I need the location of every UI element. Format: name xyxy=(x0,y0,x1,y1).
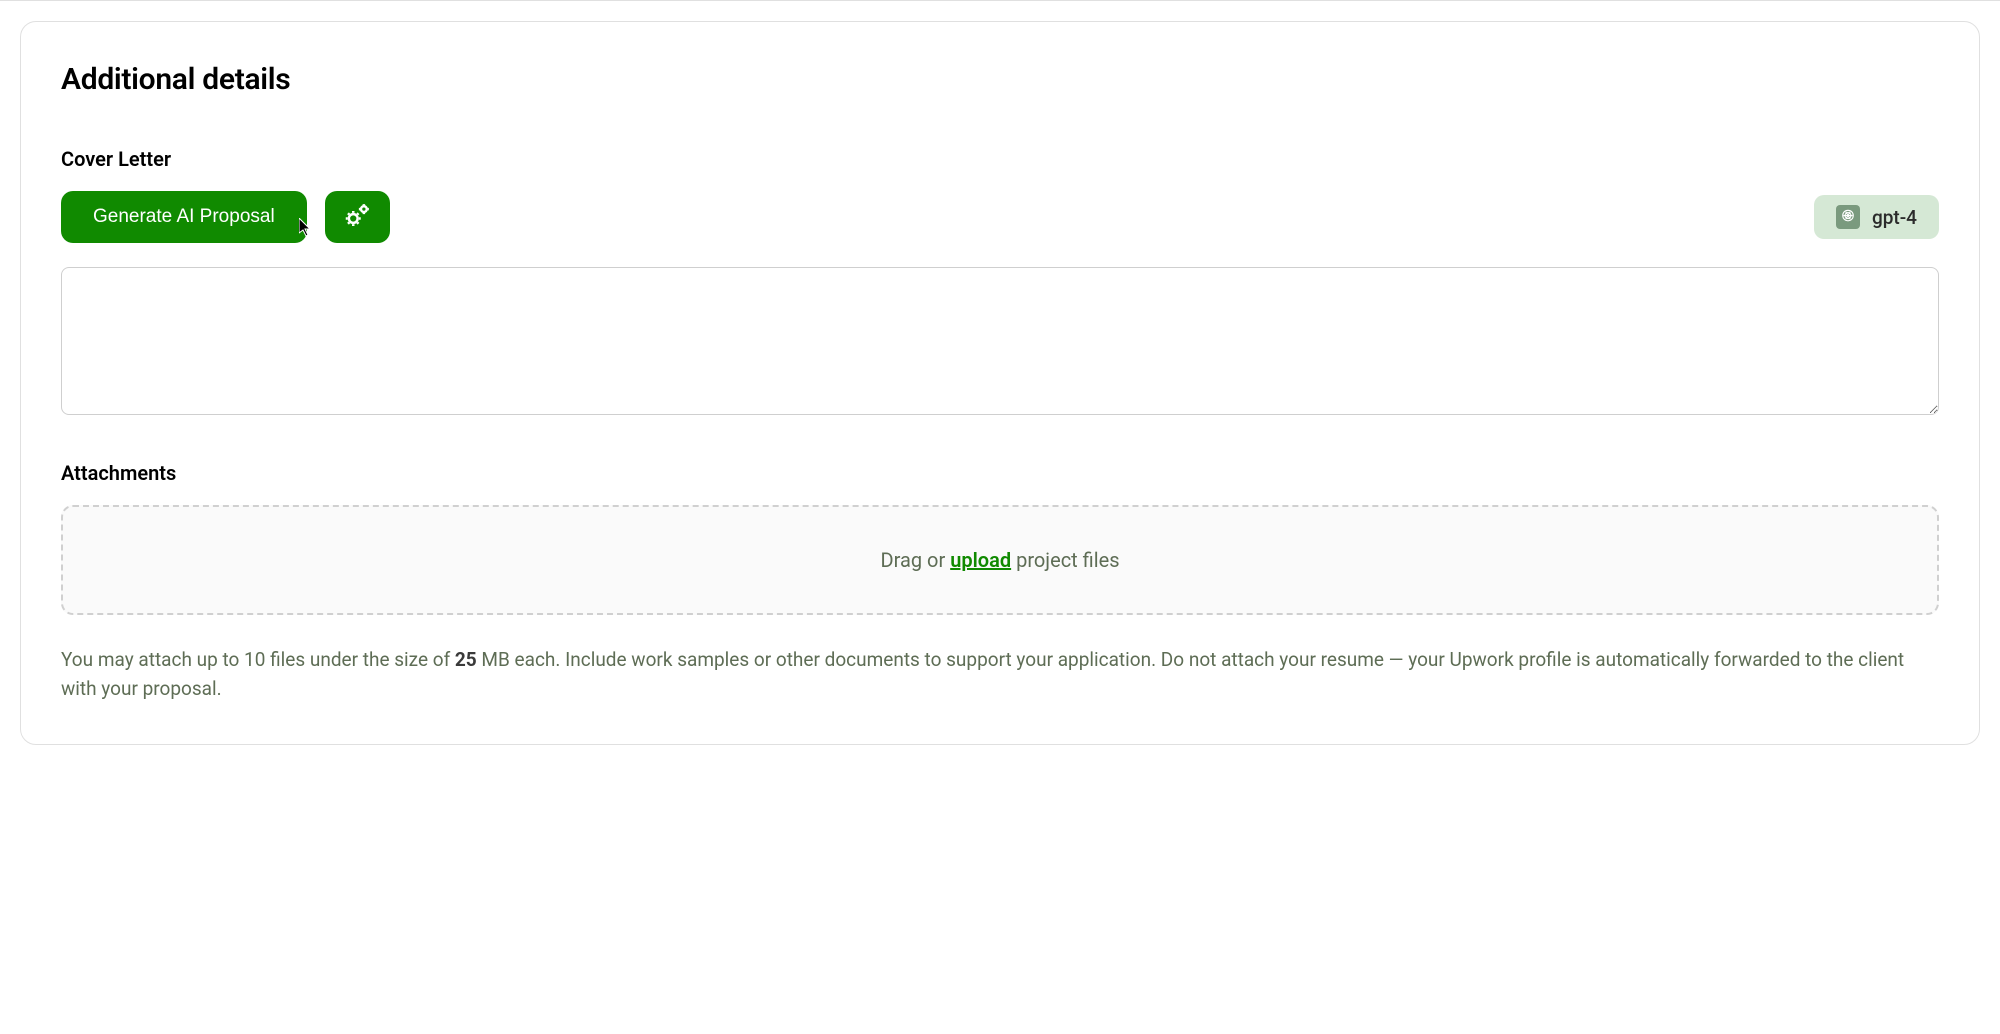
ai-settings-button[interactable] xyxy=(325,191,390,243)
dropzone-prefix: Drag or xyxy=(880,548,950,572)
upload-link[interactable]: upload xyxy=(950,548,1011,572)
help-text-prefix: You may attach up to 10 files under the … xyxy=(61,648,455,671)
attachments-label: Attachments xyxy=(61,461,1939,485)
cover-letter-label: Cover Letter xyxy=(61,147,1939,171)
help-text-bold: 25 xyxy=(455,648,477,671)
model-badge[interactable]: gpt-4 xyxy=(1814,195,1939,239)
gears-icon xyxy=(342,201,372,234)
cover-letter-textarea[interactable] xyxy=(61,267,1939,415)
cover-letter-controls: Generate AI Proposal xyxy=(61,191,1939,243)
generate-ai-proposal-button[interactable]: Generate AI Proposal xyxy=(61,191,307,243)
additional-details-card: Additional details Cover Letter Generate… xyxy=(20,21,1980,745)
section-title: Additional details xyxy=(61,62,1939,97)
dropzone-text: Drag or upload project files xyxy=(880,548,1119,572)
model-badge-label: gpt-4 xyxy=(1872,206,1917,229)
dropzone-suffix: project files xyxy=(1011,548,1119,572)
openai-icon xyxy=(1836,205,1860,229)
attachments-dropzone[interactable]: Drag or upload project files xyxy=(61,505,1939,615)
attachments-help-text: You may attach up to 10 files under the … xyxy=(61,645,1939,704)
left-controls: Generate AI Proposal xyxy=(61,191,390,243)
cover-letter-section: Cover Letter Generate AI Proposal xyxy=(61,147,1939,419)
attachments-section: Attachments Drag or upload project files… xyxy=(61,461,1939,704)
